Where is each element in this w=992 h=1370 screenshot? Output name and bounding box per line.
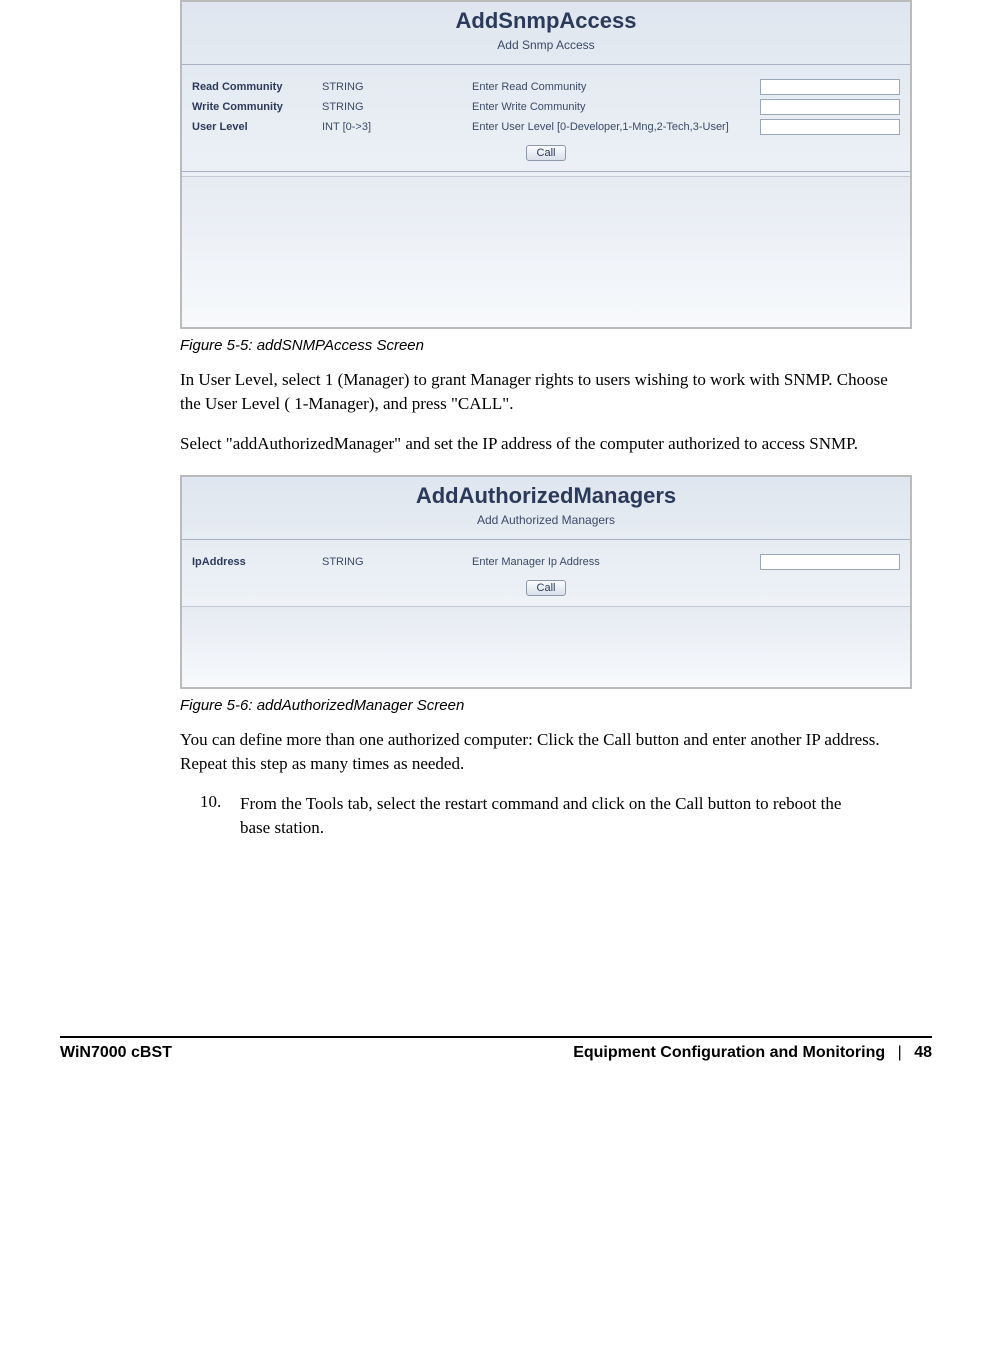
user-level-input[interactable] bbox=[760, 119, 900, 135]
spacer bbox=[60, 856, 932, 1036]
field-type: STRING bbox=[322, 81, 472, 93]
field-input-wrap bbox=[750, 119, 900, 135]
panel-title: AddSnmpAccess bbox=[182, 8, 910, 34]
footer-separator: | bbox=[898, 1044, 902, 1061]
field-type: STRING bbox=[322, 101, 472, 113]
page-footer: WiN7000 cBST Equipment Configuration and… bbox=[0, 1044, 992, 1082]
divider bbox=[182, 539, 910, 552]
read-community-input[interactable] bbox=[760, 79, 900, 95]
panel-subtitle: Add Snmp Access bbox=[182, 38, 910, 52]
field-label: Write Community bbox=[192, 101, 322, 113]
field-input-wrap bbox=[750, 99, 900, 115]
numbered-item-10: 10. From the Tools tab, select the resta… bbox=[200, 792, 872, 840]
field-desc: Enter Manager Ip Address bbox=[472, 556, 750, 568]
footer-page-number: 48 bbox=[914, 1044, 932, 1061]
figure-2-caption: Figure 5-6: addAuthorizedManager Screen bbox=[180, 697, 912, 714]
figure-2-block: AddAuthorizedManagers Add Authorized Man… bbox=[180, 475, 912, 776]
field-row-read-community: Read Community STRING Enter Read Communi… bbox=[182, 77, 910, 97]
footer-section-title: Equipment Configuration and Monitoring bbox=[573, 1044, 885, 1061]
paragraph: In User Level, select 1 (Manager) to gra… bbox=[180, 368, 912, 416]
field-input-wrap bbox=[750, 554, 900, 570]
panel-header: AddAuthorizedManagers Add Authorized Man… bbox=[182, 477, 910, 539]
page: AddSnmpAccess Add Snmp Access Read Commu… bbox=[0, 0, 992, 1036]
field-input-wrap bbox=[750, 79, 900, 95]
panel-title: AddAuthorizedManagers bbox=[182, 483, 910, 509]
paragraph: Select "addAuthorizedManager" and set th… bbox=[180, 432, 912, 456]
call-row: Call bbox=[182, 572, 910, 606]
field-label: IpAddress bbox=[192, 556, 322, 568]
call-button[interactable]: Call bbox=[526, 580, 567, 596]
footer-right: Equipment Configuration and Monitoring |… bbox=[573, 1044, 932, 1062]
divider bbox=[182, 64, 910, 77]
field-desc: Enter Write Community bbox=[472, 101, 750, 113]
field-row-user-level: User Level INT [0->3] Enter User Level [… bbox=[182, 117, 910, 137]
ipaddress-input[interactable] bbox=[760, 554, 900, 570]
addauthorizedmanagers-panel: AddAuthorizedManagers Add Authorized Man… bbox=[180, 475, 912, 689]
call-row: Call bbox=[182, 137, 910, 171]
field-row-write-community: Write Community STRING Enter Write Commu… bbox=[182, 97, 910, 117]
panel-subtitle: Add Authorized Managers bbox=[182, 513, 910, 527]
write-community-input[interactable] bbox=[760, 99, 900, 115]
field-type: STRING bbox=[322, 556, 472, 568]
paragraph: You can define more than one authorized … bbox=[180, 728, 912, 776]
field-desc: Enter User Level [0-Developer,1-Mng,2-Te… bbox=[472, 121, 750, 133]
field-row-ipaddress: IpAddress STRING Enter Manager Ip Addres… bbox=[182, 552, 910, 572]
panel-header: AddSnmpAccess Add Snmp Access bbox=[182, 2, 910, 64]
footer-left: WiN7000 cBST bbox=[60, 1044, 172, 1062]
field-label: User Level bbox=[192, 121, 322, 133]
field-label: Read Community bbox=[192, 81, 322, 93]
footer-rule bbox=[60, 1036, 932, 1038]
panel-empty-area bbox=[182, 606, 910, 687]
item-number: 10. bbox=[200, 792, 240, 840]
figure-1-caption: Figure 5-5: addSNMPAccess Screen bbox=[180, 337, 912, 354]
addsnmpaccess-panel: AddSnmpAccess Add Snmp Access Read Commu… bbox=[180, 0, 912, 329]
panel-empty-area bbox=[182, 176, 910, 327]
call-button[interactable]: Call bbox=[526, 145, 567, 161]
field-type: INT [0->3] bbox=[322, 121, 472, 133]
field-desc: Enter Read Community bbox=[472, 81, 750, 93]
figure-1-block: AddSnmpAccess Add Snmp Access Read Commu… bbox=[180, 0, 912, 455]
item-text: From the Tools tab, select the restart c… bbox=[240, 792, 872, 840]
